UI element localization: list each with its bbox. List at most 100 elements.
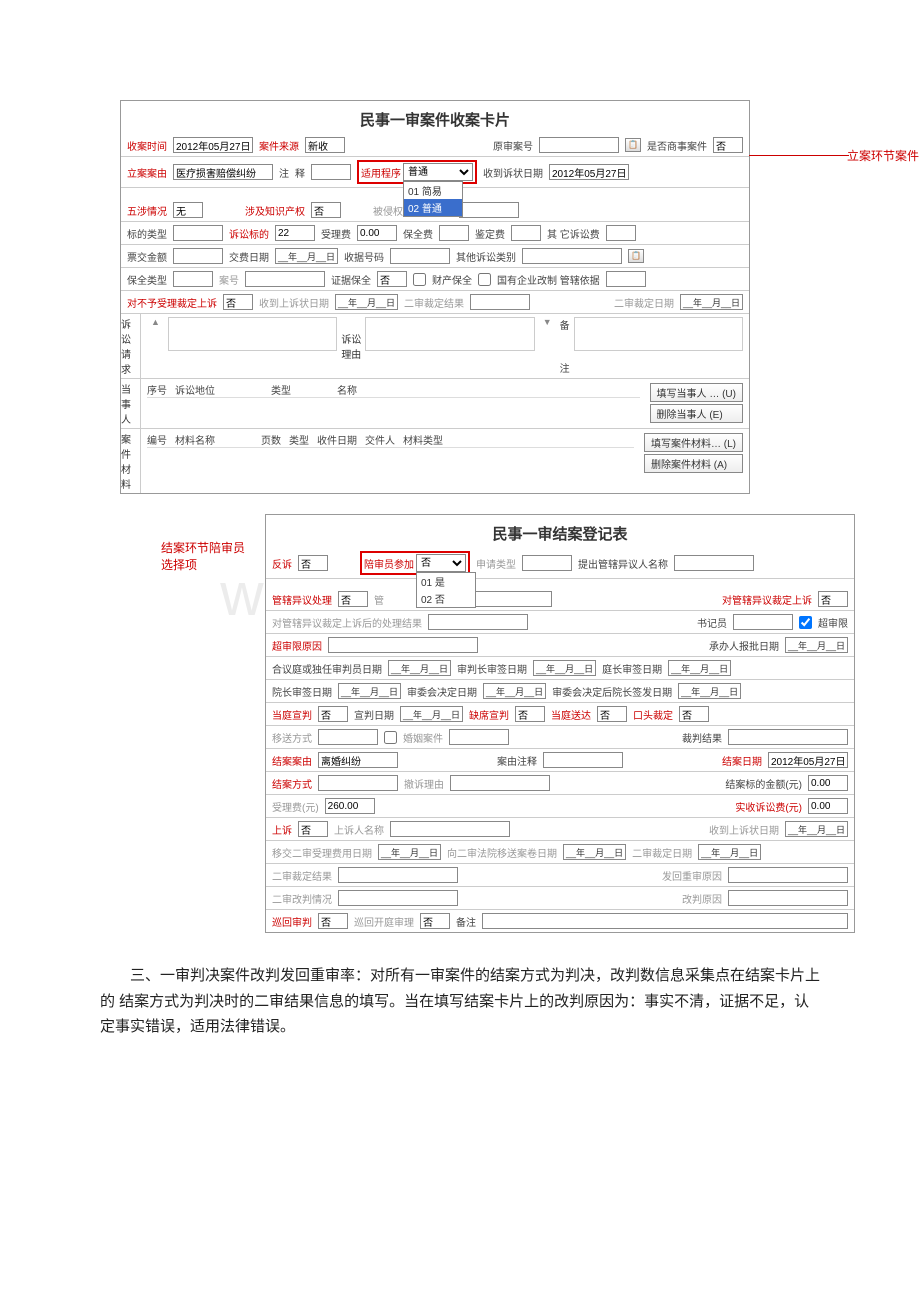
inp-after-appeal[interactable] — [428, 614, 528, 630]
inp-five-involve[interactable] — [173, 202, 203, 218]
inp-overlimit-reason[interactable] — [328, 637, 478, 653]
inp-marriage[interactable] — [449, 729, 509, 745]
inp-oral-ruling[interactable] — [679, 706, 709, 722]
inp-transfer-fee-date[interactable]: __年__月__日 — [378, 844, 441, 860]
inp-collegial-date[interactable]: __年__月__日 — [388, 660, 451, 676]
inp-caseno[interactable] — [245, 271, 325, 287]
inp-chief-sign-date[interactable]: __年__月__日 — [533, 660, 596, 676]
inp-post-committee-date[interactable]: __年__月__日 — [678, 683, 741, 699]
body-paragraph: 三、一审判决案件改判发回重审率：对所有一审案件的结案方式为判决，改判数信息采集点… — [100, 963, 820, 1040]
inp-close-amount[interactable] — [808, 775, 848, 791]
sel-juror[interactable]: 否 — [416, 554, 466, 572]
inp-infringed-country[interactable] — [459, 202, 519, 218]
inp-revise-reason[interactable] — [728, 890, 848, 906]
lbl-accept-fee: 受理费 — [321, 226, 351, 241]
inp-court-announce[interactable] — [318, 706, 348, 722]
inp-commercial[interactable] — [713, 137, 743, 153]
inp-appeal-recv-date[interactable]: __年__月__日 — [785, 821, 848, 837]
inp-jurisdiction-appeal[interactable] — [818, 591, 848, 607]
lbl-pay-date: 交费日期 — [229, 249, 269, 264]
inp-clerk[interactable] — [733, 614, 793, 630]
inp-evidence-preserve[interactable] — [377, 271, 407, 287]
inp-close-cause[interactable] — [318, 752, 398, 768]
lbl-close-amount: 结案标的金额(元) — [725, 776, 802, 791]
inp-appeal-receive-date[interactable]: __年__月__日 — [335, 294, 398, 310]
inp-receive-time[interactable] — [173, 137, 253, 153]
inp-committee-date[interactable]: __年__月__日 — [483, 683, 546, 699]
dd-juror-no[interactable]: 02 否 — [417, 590, 475, 607]
inp-circuit-hearing[interactable] — [420, 913, 450, 929]
inp-other-fee[interactable] — [606, 225, 636, 241]
sel-procedure[interactable]: 普通 — [403, 163, 473, 181]
inp-case-source[interactable] — [305, 137, 345, 153]
inp-2nd-result[interactable] — [470, 294, 530, 310]
inp-announce-date[interactable]: __年__月__日 — [400, 706, 463, 722]
lookup2-icon[interactable]: 📋 — [628, 249, 644, 263]
inp-appeal2[interactable] — [298, 821, 328, 837]
inp-absent-announce[interactable] — [515, 706, 545, 722]
inp-appellant[interactable] — [390, 821, 510, 837]
inp-jurisdiction-basis[interactable] — [606, 271, 646, 287]
inp-2nd-date[interactable]: __年__月__日 — [680, 294, 743, 310]
lbl-note2: 释 — [295, 165, 305, 180]
lbl-revise-reason: 改判原因 — [682, 891, 722, 906]
inp-transfer-mode[interactable] — [318, 729, 378, 745]
inp-orig-caseno[interactable] — [539, 137, 619, 153]
inp-accept-fee2[interactable] — [325, 798, 375, 814]
inp-complaint-date[interactable] — [549, 164, 629, 180]
btn-add-material[interactable]: 填写案件材料… (L) — [644, 433, 743, 452]
inp-remand-reason[interactable] — [728, 867, 848, 883]
dd-opt-normal[interactable]: 02 普通 — [404, 199, 462, 216]
inp-reject-appeal[interactable] — [223, 294, 253, 310]
inp-note[interactable] — [311, 164, 351, 180]
inp-jurisdiction-handle[interactable] — [338, 591, 368, 607]
inp-suit-subject[interactable] — [275, 225, 315, 241]
cb-overlimit[interactable] — [799, 616, 812, 629]
dd-opt-simple[interactable]: 01 简易 — [404, 182, 462, 199]
inp-cause-note[interactable] — [543, 752, 623, 768]
inp-preserve-type[interactable] — [173, 271, 213, 287]
inp-preserve-fee[interactable] — [439, 225, 469, 241]
inp-pay-date[interactable]: __年__月__日 — [275, 248, 338, 264]
row-2nd-dates: 移交二审受理费用日期 __年__月__日 向二审法院移送案卷日期 __年__月_… — [266, 840, 854, 863]
inp-transfer-file-date[interactable]: __年__月__日 — [563, 844, 626, 860]
inp-2nd-revise[interactable] — [338, 890, 458, 906]
lookup-icon[interactable]: 📋 — [625, 138, 641, 152]
scroll-up-icon[interactable]: ▲ — [147, 317, 164, 375]
inp-ip[interactable] — [311, 202, 341, 218]
inp-presiding-sign-date[interactable]: __年__月__日 — [668, 660, 731, 676]
inp-appraisal-fee[interactable] — [511, 225, 541, 241]
inp-subject-type[interactable] — [173, 225, 223, 241]
inp-president-sign[interactable]: __年__月__日 — [338, 683, 401, 699]
btn-del-material[interactable]: 删除案件材料 (A) — [644, 454, 743, 473]
inp-judgment-result[interactable] — [728, 729, 848, 745]
inp-2nd-result2[interactable] — [338, 867, 458, 883]
inp-remark3[interactable] — [482, 913, 848, 929]
inp-court-serve[interactable] — [597, 706, 627, 722]
cb-property-preserve[interactable] — [413, 273, 426, 286]
scroll-down-icon[interactable]: ▼ — [539, 317, 556, 375]
inp-other-suit-type[interactable] — [522, 248, 622, 264]
lbl-report-date: 承办人报批日期 — [709, 638, 779, 653]
inp-jurisdiction-proposer[interactable] — [674, 555, 754, 571]
cb-marriage[interactable] — [384, 731, 397, 744]
inp-2nd-ruling-date[interactable]: __年__月__日 — [698, 844, 761, 860]
inp-accept-fee[interactable] — [357, 225, 397, 241]
inp-report-date[interactable]: __年__月__日 — [785, 637, 848, 653]
inp-pay-amount[interactable] — [173, 248, 223, 264]
inp-withdraw-reason[interactable] — [450, 775, 550, 791]
inp-case-cause[interactable] — [173, 164, 273, 180]
inp-close-mode[interactable] — [318, 775, 398, 791]
btn-del-party[interactable]: 删除当事人 (E) — [650, 404, 743, 423]
inp-countersuit[interactable] — [298, 555, 328, 571]
inp-circuit[interactable] — [318, 913, 348, 929]
inp-receipt-no[interactable] — [390, 248, 450, 264]
cb-soe-reform[interactable] — [478, 273, 491, 286]
dd-juror-yes[interactable]: 01 是 — [417, 573, 475, 590]
inp-apply-type[interactable] — [522, 555, 572, 571]
lbl-soe-reform: 国有企业改制 管辖依据 — [497, 272, 600, 287]
inp-close-date[interactable] — [768, 752, 848, 768]
btn-add-party[interactable]: 填写当事人 … (U) — [650, 383, 743, 402]
lbl-post-committee-date: 审委会决定后院长签发日期 — [552, 684, 672, 699]
inp-actual-fee[interactable] — [808, 798, 848, 814]
